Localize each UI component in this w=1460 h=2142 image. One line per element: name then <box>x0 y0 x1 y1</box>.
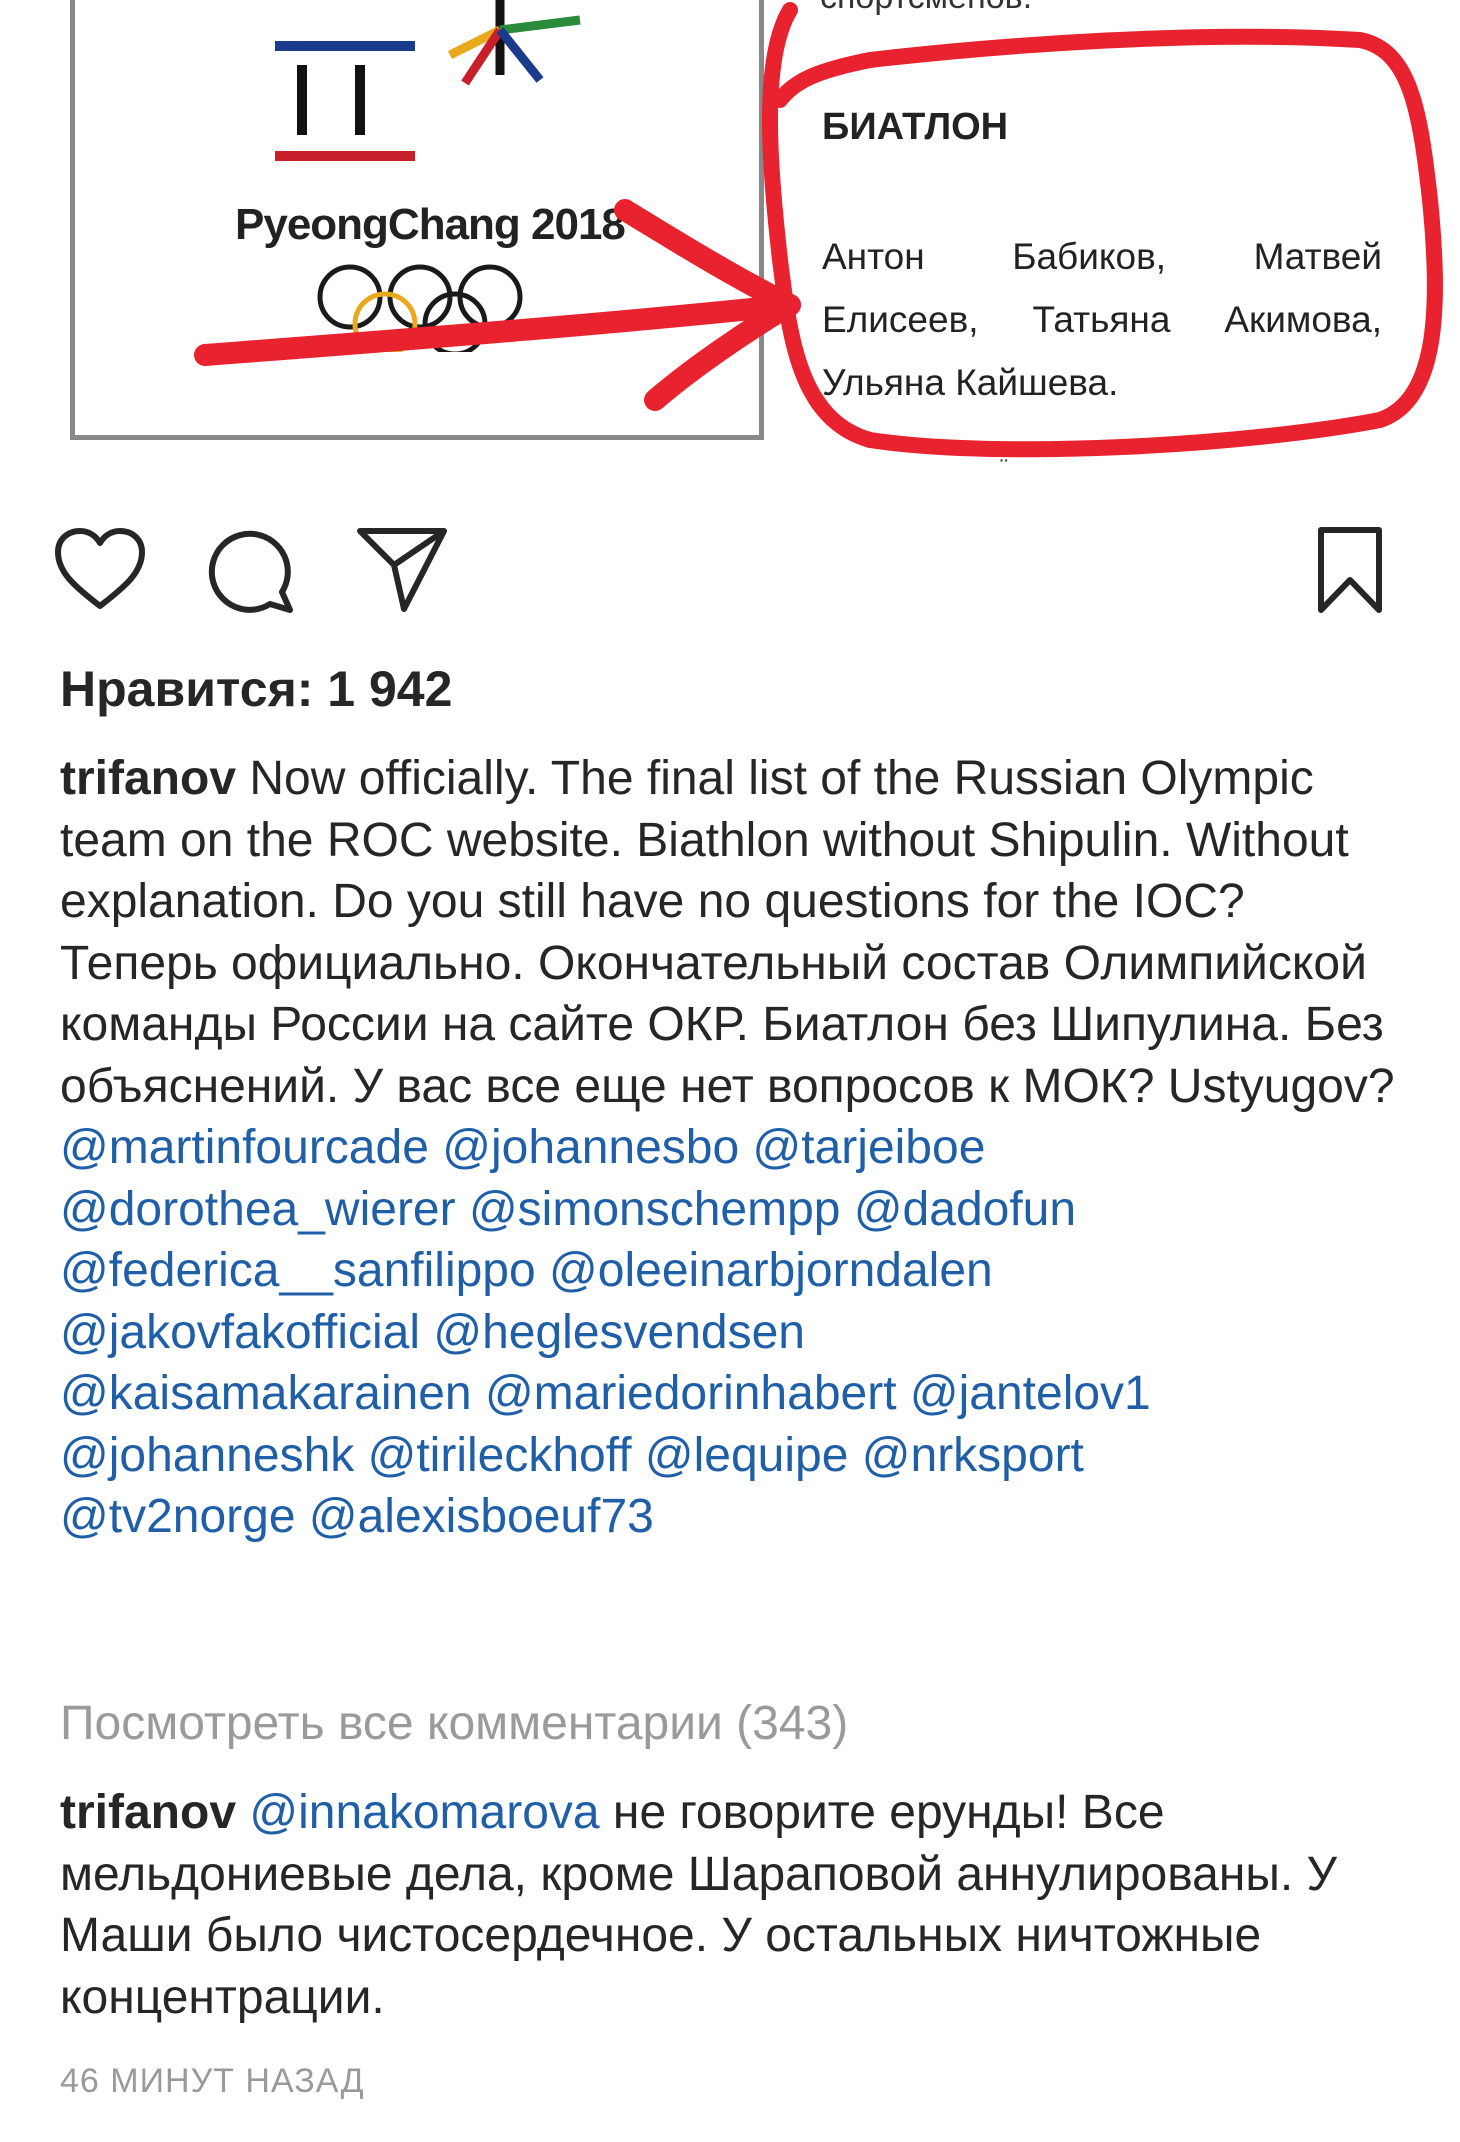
view-all-comments-link[interactable]: Посмотреть все комментарии (343) <box>60 1696 848 1751</box>
mention-link[interactable]: @federica__sanfilippo <box>60 1244 536 1297</box>
athletes-line: Антон Бабиков, Матвей <box>822 236 1382 277</box>
document-text-fragment: спортсменов. <box>820 0 1032 17</box>
caption-text-en: Now officially. The final list of the Ru… <box>60 752 1349 928</box>
mention-link[interactable]: @oleeinarbjorndalen <box>549 1244 993 1297</box>
save-button[interactable] <box>1300 520 1400 620</box>
likes-count[interactable]: Нравится: 1 942 <box>60 660 452 718</box>
mention-link[interactable]: @tarjeiboe <box>753 1121 986 1174</box>
mention-link[interactable]: @alexisboeuf73 <box>309 1490 654 1543</box>
mention-link[interactable]: @jantelov1 <box>910 1367 1151 1420</box>
mention-link[interactable]: @johannesbo <box>442 1121 739 1174</box>
share-button[interactable] <box>352 520 452 620</box>
mention-link[interactable]: @martinfourcade <box>60 1121 429 1174</box>
logo-text: PyeongChang 2018 <box>235 200 626 249</box>
mention-link[interactable]: @dadofun <box>854 1183 1076 1236</box>
pyeongchang-emblem <box>275 0 581 161</box>
mention-link[interactable]: @tirileckhoff <box>368 1429 632 1482</box>
mention-link[interactable]: @jakovfakofficial <box>60 1306 420 1359</box>
athletes-line: Ульяна Кайшева. <box>822 362 1119 403</box>
athletes-list: Антон Бабиков, Матвей Елисеев, Татьяна А… <box>822 225 1382 414</box>
like-button[interactable] <box>50 520 150 620</box>
sport-heading: БИАТЛОН <box>822 106 1009 148</box>
mention-link[interactable]: @johanneshk <box>60 1429 354 1482</box>
caption-text-ru: Теперь официально. Окончательный состав … <box>60 936 1395 1113</box>
heart-icon <box>55 528 145 609</box>
post-caption: trifanov Now officially. The final list … <box>60 748 1420 1548</box>
mention-link[interactable]: @kaisamakarainen <box>60 1367 472 1420</box>
document-text-fragment-dots: ¨ <box>1000 455 1008 470</box>
mention-link[interactable]: @nrksport <box>862 1429 1084 1482</box>
mention-link[interactable]: @dorothea_wierer <box>60 1183 456 1236</box>
comment-username[interactable]: trifanov <box>60 1786 236 1839</box>
bookmark-icon <box>1318 527 1382 613</box>
comment: trifanov @innakomarova не говорите ерунд… <box>60 1782 1420 2028</box>
olympic-logo-panel: PyeongChang 2018 <box>70 0 764 440</box>
mention-link[interactable]: @simonschempp <box>469 1183 841 1236</box>
mention-link[interactable]: @lequipe <box>645 1429 849 1482</box>
mention-link[interactable]: @heglesvendsen <box>433 1306 805 1359</box>
post-timestamp: 46 МИНУТ НАЗАД <box>60 2062 365 2100</box>
olympic-rings-icon <box>317 264 523 352</box>
comment-mention-link[interactable]: @innakomarova <box>249 1786 599 1839</box>
comment-button[interactable] <box>200 520 300 620</box>
paper-plane-icon <box>357 528 447 612</box>
mention-link[interactable]: @tv2norge <box>60 1490 296 1543</box>
athletes-line: Елисеев, Татьяна Акимова, <box>822 299 1382 340</box>
mention-link[interactable]: @mariedorinhabert <box>485 1367 897 1420</box>
caption-username[interactable]: trifanov <box>60 752 236 805</box>
comment-icon <box>208 530 293 613</box>
post-image[interactable]: PyeongChang 2018 спортсменов. БИАТЛОН Ан… <box>0 0 1460 470</box>
